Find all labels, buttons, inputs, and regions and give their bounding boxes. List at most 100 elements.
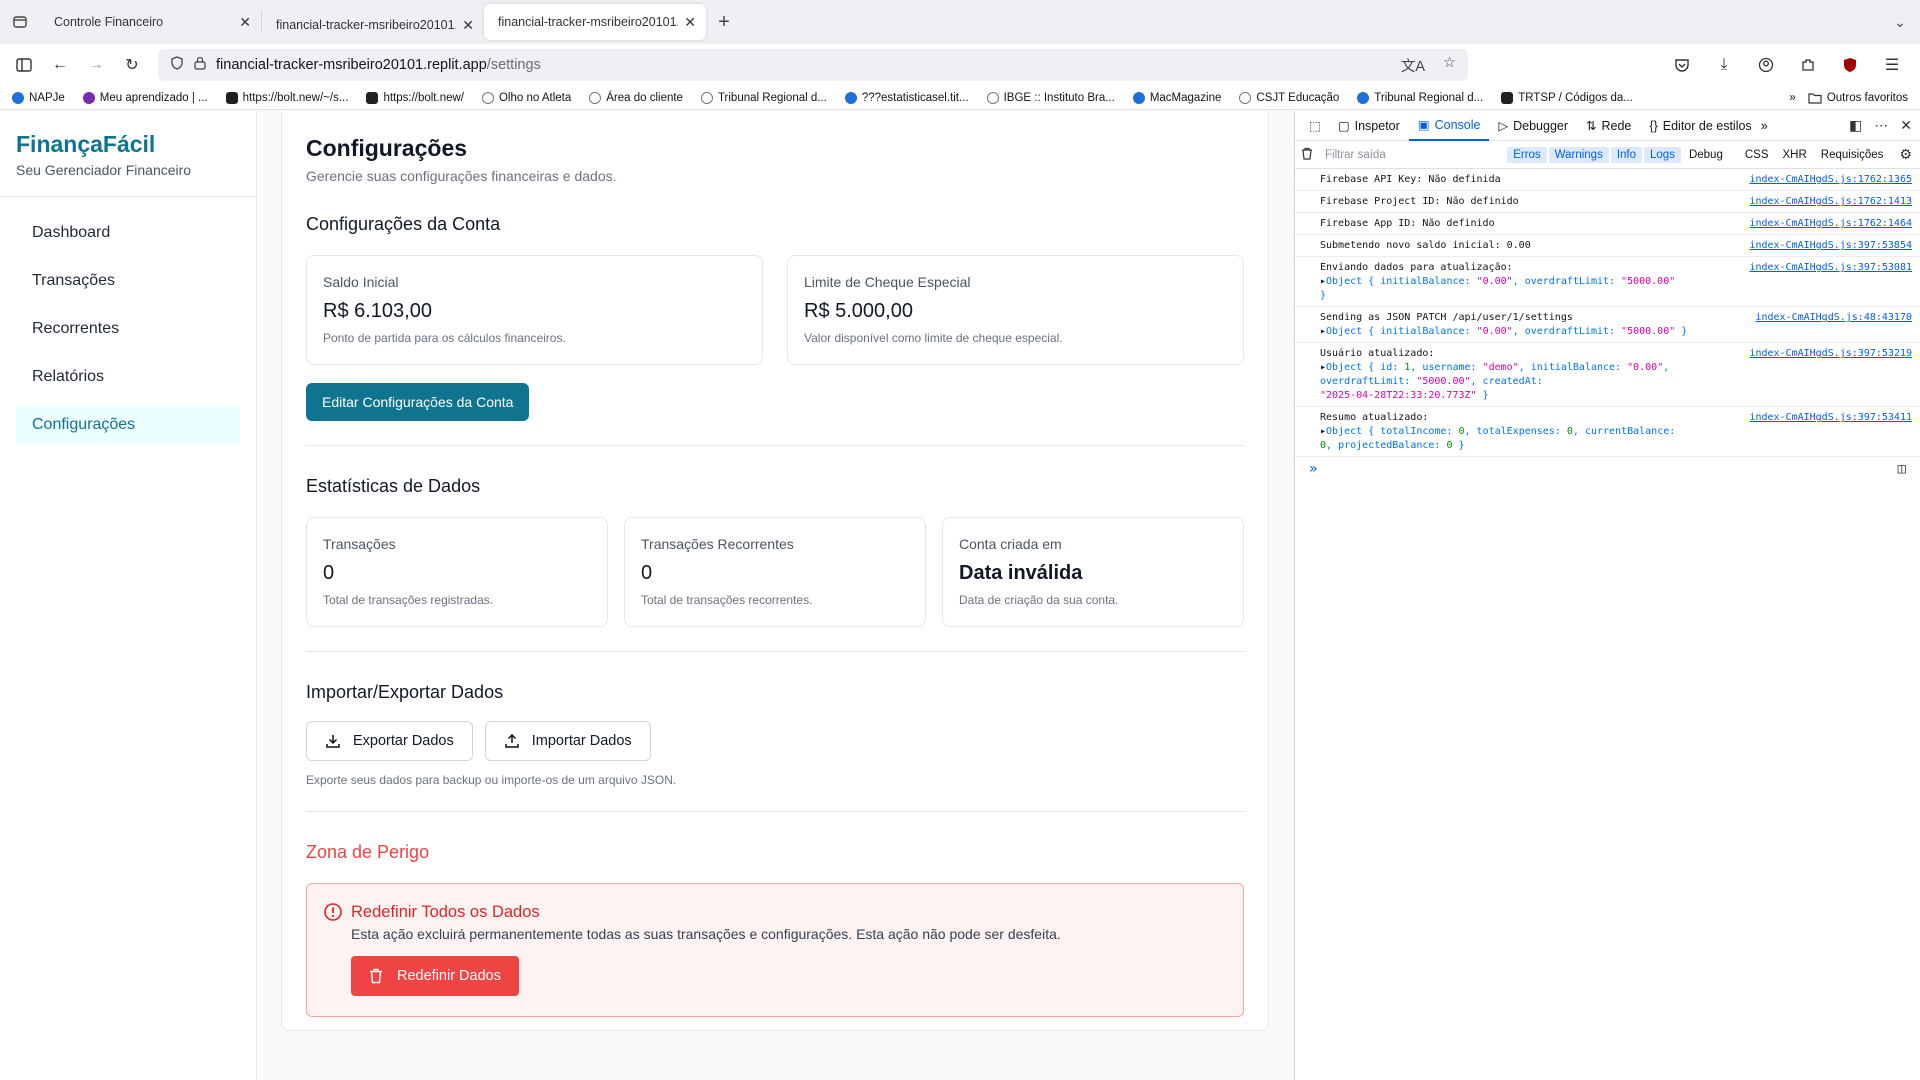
browser-tab[interactable]: financial-tracker-msribeiro20101.rep ✕	[262, 6, 484, 44]
tab-network[interactable]: ⇅ Rede	[1577, 111, 1640, 141]
pocket-icon[interactable]	[1664, 49, 1700, 81]
app-logo[interactable]: FinançaFácil	[16, 131, 240, 158]
log-message: Enviando dados para atualização:	[1320, 262, 1513, 273]
shield-icon[interactable]	[170, 56, 184, 74]
filter-errors[interactable]: Erros	[1507, 146, 1547, 163]
app-sidebar: FinançaFácil Seu Gerenciador Financeiro …	[0, 111, 257, 1080]
log-source-link[interactable]: index-CmAIHgdS.js:48:43170	[1755, 311, 1912, 339]
downloads-icon[interactable]: ⤓	[1706, 49, 1742, 81]
clear-console-icon[interactable]	[1301, 147, 1313, 163]
console-settings-icon[interactable]: ⚙	[1891, 146, 1920, 163]
translate-icon[interactable]: 文A	[1401, 55, 1425, 76]
bookmark-item[interactable]: ???estatisticasel.tit...	[844, 91, 969, 104]
back-icon[interactable]: ←	[42, 49, 78, 81]
split-console-icon[interactable]: ◫	[1898, 461, 1906, 477]
extensions-icon[interactable]	[1790, 49, 1826, 81]
filter-requests[interactable]: Requisições	[1815, 147, 1890, 163]
filter-css[interactable]: CSS	[1739, 147, 1775, 163]
browser-tab-active[interactable]: financial-tracker-msribeiro20101.rep ✕	[484, 4, 706, 40]
element-picker-icon[interactable]: ⬚	[1301, 118, 1329, 133]
sidebar-item-recorrentes[interactable]: Recorrentes	[16, 309, 240, 349]
new-tab-icon[interactable]: +	[706, 11, 742, 34]
log-entry: Submetendo novo saldo inicial: 0.00 inde…	[1295, 235, 1920, 257]
bookmark-item[interactable]: Área do cliente	[589, 91, 683, 104]
reset-data-button[interactable]: Redefinir Dados	[351, 956, 519, 996]
bookmark-item[interactable]: TRTSP / Códigos da...	[1501, 91, 1633, 104]
filter-logs[interactable]: Logs	[1644, 146, 1681, 163]
lock-icon[interactable]	[194, 56, 206, 74]
reload-icon[interactable]: ↻	[114, 49, 150, 81]
bookmark-star-icon[interactable]: ☆	[1443, 55, 1456, 76]
bookmark-item[interactable]: IBGE :: Instituto Bra...	[986, 91, 1115, 104]
filter-debug[interactable]: Debug	[1683, 147, 1729, 163]
close-tab-icon[interactable]: ✕	[239, 14, 251, 31]
close-tab-icon[interactable]: ✕	[684, 14, 696, 31]
browser-tab[interactable]: Controle Financeiro ✕	[40, 11, 262, 33]
ublock-icon[interactable]	[1832, 49, 1868, 81]
log-source-link[interactable]: index-CmAIHgdS.js:397:53081	[1749, 261, 1912, 303]
reset-label: Redefinir Dados	[397, 968, 501, 984]
filter-warnings[interactable]: Warnings	[1548, 146, 1609, 163]
log-source-link[interactable]: index-CmAIHgdS.js:1762:1413	[1749, 195, 1912, 209]
more-bookmarks-icon[interactable]: »	[1789, 92, 1795, 104]
sidebar-item-relatorios[interactable]: Relatórios	[16, 357, 240, 397]
url-path: /settings	[486, 57, 541, 73]
sidebar-toggle-icon[interactable]	[6, 49, 42, 81]
account-section-title: Configurações da Conta	[306, 214, 501, 234]
other-bookmarks[interactable]: Outros favoritos	[1808, 92, 1908, 104]
log-source-link[interactable]: index-CmAIHgdS.js:397:53219	[1749, 347, 1912, 403]
bookmark-item[interactable]: MacMagazine	[1132, 91, 1221, 104]
bookmark-item[interactable]: Meu aprendizado | ...	[82, 91, 208, 104]
log-object[interactable]: ▸Object { initialBalance: "0.00", overdr…	[1320, 276, 1675, 301]
edit-account-settings-button[interactable]: Editar Configurações da Conta	[306, 383, 530, 421]
bookmark-item[interactable]: Tribunal Regional d...	[1357, 91, 1483, 104]
tab-inspector[interactable]: ▢ Inspetor	[1329, 111, 1409, 141]
export-data-button[interactable]: Exportar Dados	[306, 721, 473, 761]
account-icon[interactable]	[1748, 49, 1784, 81]
bookmark-item[interactable]: Olho no Atleta	[481, 91, 571, 104]
menu-icon[interactable]: ☰	[1874, 49, 1910, 81]
url-bar[interactable]: financial-tracker-msribeiro20101.replit.…	[158, 49, 1468, 81]
import-export-hint: Exporte seus dados para backup ou import…	[306, 773, 677, 787]
bookmark-item[interactable]: https://bolt.new/	[366, 91, 464, 104]
tab-overview-icon[interactable]	[0, 0, 40, 44]
bookmark-item[interactable]: NAPJe	[12, 91, 65, 104]
tab-debugger[interactable]: ▷ Debugger	[1489, 111, 1577, 141]
close-tab-icon[interactable]: ✕	[462, 17, 474, 34]
more-tabs-icon[interactable]: »	[1761, 119, 1768, 133]
stat-value: 0	[323, 562, 335, 584]
bookmark-item[interactable]: Tribunal Regional d...	[700, 91, 827, 104]
dock-icon[interactable]: ◧	[1849, 117, 1862, 134]
bookmark-item[interactable]: CSJT Educação	[1239, 91, 1339, 104]
danger-header: Redefinir Todos os Dados	[323, 902, 1227, 922]
filter-xhr[interactable]: XHR	[1777, 147, 1813, 163]
account-grid: Saldo Inicial R$ 6.103,00 Ponto de parti…	[306, 255, 1244, 365]
console-input[interactable]: » ◫	[1295, 457, 1920, 481]
bookmark-item[interactable]: https://bolt.new/~/s...	[225, 91, 348, 104]
filter-info[interactable]: Info	[1610, 146, 1643, 163]
forward-icon[interactable]: →	[78, 49, 114, 81]
log-object[interactable]: ▸Object { initialBalance: "0.00", overdr…	[1320, 326, 1687, 337]
app-tagline: Seu Gerenciador Financeiro	[16, 162, 192, 178]
tab-style-editor[interactable]: {} Editor de estilos	[1640, 111, 1760, 141]
log-object[interactable]: ▸Object { totalIncome: 0, totalExpenses:…	[1320, 426, 1675, 451]
log-source-link[interactable]: index-CmAIHgdS.js:397:53854	[1749, 239, 1912, 253]
devtools-toolbar: ⬚ ▢ Inspetor ▣ Console ▷ Debugger ⇅ Rede {} E…	[1295, 111, 1920, 141]
console-icon: ▣	[1417, 118, 1430, 132]
sidebar-item-transacoes[interactable]: Transações	[16, 261, 240, 301]
tab-console[interactable]: ▣ Console	[1408, 111, 1490, 141]
overdraft-limit-value: R$ 5.000,00	[804, 300, 913, 322]
sidebar-item-configuracoes[interactable]: Configurações	[16, 405, 240, 445]
log-source-link[interactable]: index-CmAIHgdS.js:1762:1464	[1749, 217, 1912, 231]
close-devtools-icon[interactable]: ✕	[1900, 117, 1912, 134]
import-data-button[interactable]: Importar Dados	[484, 721, 651, 761]
log-source-link[interactable]: index-CmAIHgdS.js:1762:1365	[1749, 173, 1912, 187]
sidebar-item-dashboard[interactable]: Dashboard	[16, 213, 240, 253]
import-label: Importar Dados	[531, 733, 632, 749]
log-object[interactable]: ▸Object { id: 1, username: "demo", initi…	[1320, 362, 1669, 401]
list-tabs-icon[interactable]: ⌄	[1880, 14, 1920, 31]
console-filter-input[interactable]: Filtrar saída	[1325, 149, 1495, 161]
more-options-icon[interactable]: ⋯	[1874, 117, 1888, 134]
bookmark-favicon-icon	[844, 91, 857, 104]
log-source-link[interactable]: index-CmAIHgdS.js:397:53411	[1749, 411, 1912, 453]
